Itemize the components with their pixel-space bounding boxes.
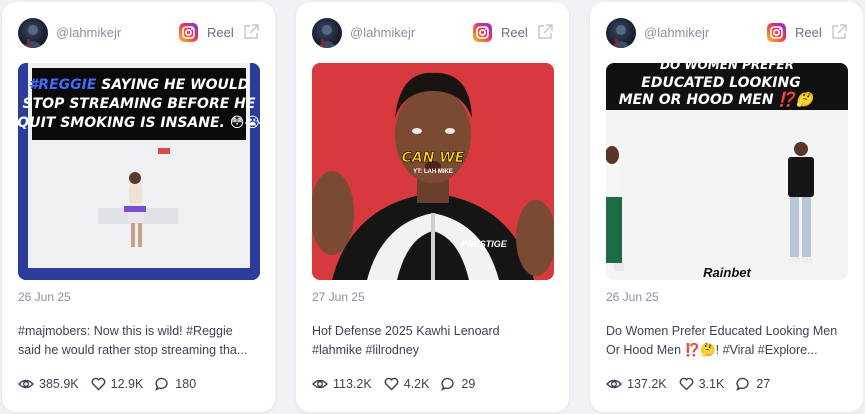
likes-stat: 12.9K bbox=[91, 377, 144, 391]
likes-stat: 4.2K bbox=[384, 377, 430, 391]
thumbnail-headline-line: DO WOMEN PREFER bbox=[660, 63, 794, 72]
views-stat: 385.9K bbox=[18, 377, 79, 391]
likes-count: 12.9K bbox=[110, 377, 144, 391]
caption-line: #lahmike #lilrodney bbox=[312, 343, 420, 357]
post-type-label: Reel bbox=[795, 25, 822, 40]
post-thumbnail[interactable]: CAN WE YT: LAH MIKE PRESTIGE bbox=[312, 63, 554, 280]
thumbnail-headline: #REGGIE SAYING HE WOULD bbox=[29, 77, 250, 93]
caption-line: said he would rather stop streaming tha.… bbox=[18, 343, 248, 357]
caption-line: Do Women Prefer Educated Looking Men bbox=[606, 324, 838, 338]
external-link-icon[interactable] bbox=[830, 23, 848, 41]
comments-count: 180 bbox=[175, 377, 197, 391]
comments-count: 27 bbox=[756, 377, 771, 391]
account-handle[interactable]: @lahmikejr bbox=[644, 25, 709, 40]
views-stat: 113.2K bbox=[312, 377, 372, 391]
eye-icon bbox=[18, 379, 34, 389]
caption-line: #majmobers: Now this is wild! #Reggie bbox=[18, 324, 233, 338]
instagram-icon bbox=[767, 23, 786, 42]
post-thumbnail[interactable]: #REGGIE SAYING HE WOULD STOP STREAMING B… bbox=[18, 63, 260, 280]
account-handle[interactable]: @lahmikejr bbox=[56, 25, 121, 40]
caption-line: Hof Defense 2025 Kawhi Lenoard bbox=[312, 324, 500, 338]
avatar[interactable] bbox=[606, 18, 636, 48]
thumbnail-caption: CAN WE bbox=[402, 150, 465, 166]
post-caption: Do Women Prefer Educated Looking Men Or … bbox=[606, 322, 851, 360]
post-stats: 113.2K 4.2K 29 bbox=[312, 377, 487, 391]
views-count: 385.9K bbox=[39, 377, 79, 391]
heart-icon bbox=[384, 377, 399, 391]
thumbnail-brand: PRESTIGE bbox=[461, 239, 508, 249]
avatar[interactable] bbox=[312, 18, 342, 48]
external-link-icon[interactable] bbox=[242, 23, 260, 41]
heart-icon bbox=[91, 377, 106, 391]
eye-icon bbox=[606, 379, 622, 389]
post-card[interactable]: @lahmikejr Reel CAN WE YT: LAH MIKE PRES… bbox=[296, 2, 569, 412]
post-date: 26 Jun 25 bbox=[18, 290, 71, 304]
comment-icon bbox=[441, 377, 455, 391]
post-date: 27 Jun 25 bbox=[312, 290, 365, 304]
heart-icon bbox=[679, 377, 694, 391]
views-stat: 137.2K bbox=[606, 377, 667, 391]
thumbnail-watermark: YT: LAH MIKE bbox=[413, 169, 453, 175]
post-caption: #majmobers: Now this is wild! #Reggie sa… bbox=[18, 322, 263, 360]
caption-line: Or Hood Men ⁉️🤔! #Viral #Explore... bbox=[606, 343, 818, 357]
thumbnail-headline-line: STOP STREAMING BEFORE HE bbox=[23, 96, 256, 112]
thumbnail-headline-line: QUIT SMOKING IS INSANE. 😳😭 bbox=[18, 115, 260, 131]
instagram-icon bbox=[473, 23, 492, 42]
comments-stat: 27 bbox=[736, 377, 770, 391]
post-date: 26 Jun 25 bbox=[606, 290, 659, 304]
account-handle[interactable]: @lahmikejr bbox=[350, 25, 415, 40]
post-caption: Hof Defense 2025 Kawhi Lenoard #lahmike … bbox=[312, 322, 557, 360]
post-type-label: Reel bbox=[501, 25, 528, 40]
avatar[interactable] bbox=[18, 18, 48, 48]
post-type-label: Reel bbox=[207, 25, 234, 40]
comments-stat: 29 bbox=[441, 377, 475, 391]
post-stats: 137.2K 3.1K 27 bbox=[606, 377, 782, 391]
thumbnail-headline-line: MEN OR HOOD MEN ⁉️🤔 bbox=[619, 91, 816, 108]
post-card[interactable]: @lahmikejr Reel #REGGIE SAYING HE WOULD … bbox=[2, 2, 275, 412]
views-count: 113.2K bbox=[333, 377, 372, 391]
external-link-icon[interactable] bbox=[536, 23, 554, 41]
thumbnail-sponsor: Rainbet bbox=[703, 265, 751, 280]
views-count: 137.2K bbox=[627, 377, 667, 391]
comments-stat: 180 bbox=[155, 377, 196, 391]
eye-icon bbox=[312, 379, 328, 389]
post-stats: 385.9K 12.9K 180 bbox=[18, 377, 208, 391]
thumbnail-headline-line: EDUCATED LOOKING bbox=[641, 75, 800, 91]
likes-stat: 3.1K bbox=[679, 377, 725, 391]
likes-count: 4.2K bbox=[403, 377, 430, 391]
comment-icon bbox=[155, 377, 168, 391]
comment-icon bbox=[736, 377, 750, 391]
post-card[interactable]: @lahmikejr Reel DO WOMEN PREFER EDUCATED… bbox=[590, 2, 863, 412]
comments-count: 29 bbox=[461, 377, 476, 391]
post-thumbnail[interactable]: DO WOMEN PREFER EDUCATED LOOKING MEN OR … bbox=[606, 63, 848, 280]
instagram-icon bbox=[179, 23, 198, 42]
likes-count: 3.1K bbox=[698, 377, 725, 391]
